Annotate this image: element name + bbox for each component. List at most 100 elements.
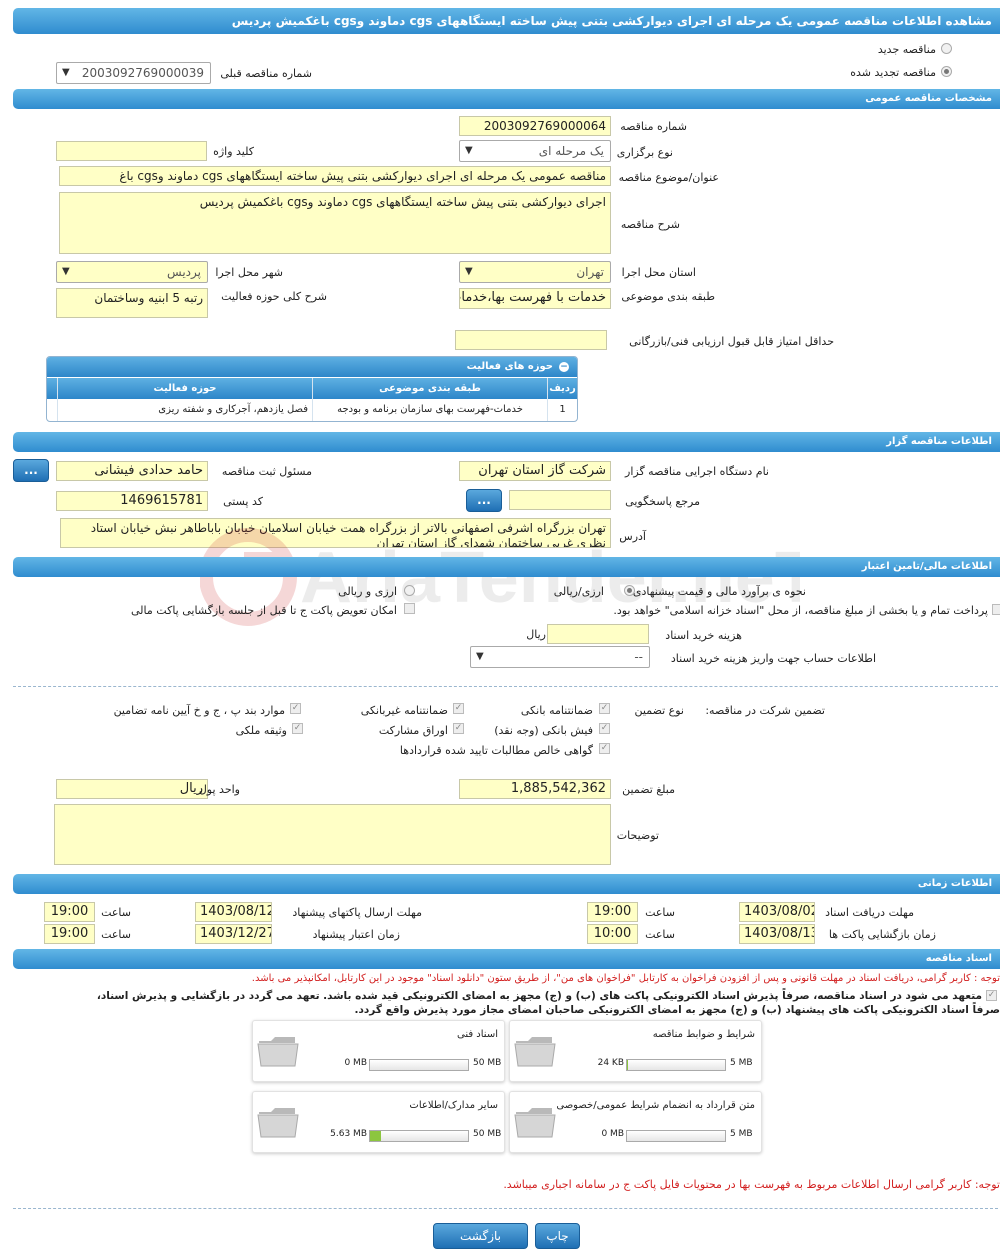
participation-label: تضمین شرکت در مناقصه: xyxy=(705,704,825,717)
guarantee-item-claims: گواهی خالص مطالبات تایید شده قراردادها xyxy=(399,744,593,757)
doc-max-size: 50 MB xyxy=(473,1058,502,1068)
doc-max-size: 50 MB xyxy=(473,1129,502,1139)
keyword-label: کلید واژه xyxy=(213,145,254,158)
description-label: شرح مناقصه xyxy=(620,218,680,231)
radio-rial[interactable] xyxy=(624,585,635,596)
treasury-text: پرداخت تمام و یا بخشی از مبلغ مناقصه، از… xyxy=(613,604,988,617)
province-select[interactable]: ▼ تهران xyxy=(459,261,611,283)
province-label: استان محل اجرا xyxy=(621,266,696,279)
organization-label: نام دستگاه اجرایی مناقصه گزار xyxy=(625,465,769,478)
cell-category: خدمات-فهرست بهای سازمان برنامه و بودجه xyxy=(312,399,547,421)
guarantee-amount-label: مبلغ تضمین xyxy=(622,783,675,796)
receive-label: مهلت دریافت اسناد xyxy=(825,906,914,919)
open-label: زمان بازگشایی پاکت ها xyxy=(828,928,936,941)
valid-time-label: ساعت xyxy=(101,928,131,941)
radio-new-tender[interactable] xyxy=(941,43,952,54)
holding-type-value: یک مرحله ای xyxy=(538,144,604,158)
guarantee-check-property: ✓ xyxy=(292,723,303,734)
city-label: شهر محل اجرا xyxy=(215,266,283,279)
download-notice: توجه : کاربر گرامی، دریافت اسناد در مهلت… xyxy=(251,973,1000,984)
rial-option-label: ارزی/ریالی xyxy=(553,585,604,598)
renewed-tender-label: مناقصه تجدید شده xyxy=(850,66,936,79)
subject-label: عنوان/موضوع مناقصه xyxy=(618,171,719,184)
swap-checkbox[interactable] xyxy=(404,603,415,614)
print-button[interactable]: چاپ xyxy=(535,1223,580,1249)
doc-card-technical[interactable]: اسناد فنی 0 MB 50 MB xyxy=(252,1020,505,1082)
chevron-down-icon: ▼ xyxy=(465,266,473,277)
doc-cost-field xyxy=(547,624,649,644)
folder-icon xyxy=(514,1037,556,1067)
min-score-field xyxy=(455,330,607,350)
chevron-down-icon: ▼ xyxy=(62,67,70,78)
back-button[interactable]: بازگشت xyxy=(433,1223,528,1249)
prev-number-value: 2003092769000039 xyxy=(81,66,204,80)
tender-number-label: شماره مناقصه xyxy=(620,120,687,133)
radio-renewed-tender[interactable] xyxy=(941,66,952,77)
currency-unit-label: واحد پول xyxy=(198,783,240,796)
category-label: طبقه بندی موضوعی xyxy=(621,290,715,303)
open-time-field: 10:00 xyxy=(587,924,638,944)
reference-field xyxy=(509,490,611,510)
commit-line-2: صرفاً اسناد الکترونیکی پاکت های پیشنهاد … xyxy=(354,1004,1000,1016)
guarantee-item-nonbank: ضمانتنامه غیربانکی xyxy=(360,704,448,717)
section-finance: اطلاعات مالی/تامین اعتبار xyxy=(13,557,1000,577)
notes-label: توضیحات xyxy=(616,829,659,842)
col-row: ردیف xyxy=(547,378,577,399)
commit-checkbox: ✓ xyxy=(986,990,997,1001)
activities-table: −حوزه های فعالیت ردیف طبقه بندی موضوعی ح… xyxy=(46,356,578,422)
guarantee-item-bank: ضمانتنامه بانکی xyxy=(520,704,593,717)
account-label: اطلاعات حساب جهت واریز هزینه خرید اسناد xyxy=(670,652,876,665)
doc-usage-bar xyxy=(626,1130,726,1142)
doc-usage-bar xyxy=(626,1059,726,1071)
send-time-label: ساعت xyxy=(101,906,131,919)
doc-max-size: 5 MB xyxy=(730,1129,753,1139)
guarantee-item-property: وثیقه ملکی xyxy=(235,724,287,737)
holding-type-select[interactable]: ▼ یک مرحله ای xyxy=(459,140,611,162)
city-select[interactable]: ▼ پردیس xyxy=(56,261,208,283)
doc-cost-label: هزینه خرید اسناد xyxy=(665,629,742,642)
open-time-label: ساعت xyxy=(645,928,675,941)
guarantee-check-nonbank: ✓ xyxy=(453,703,464,714)
keyword-field[interactable] xyxy=(56,141,207,161)
reference-lookup-button[interactable]: ... xyxy=(466,489,502,512)
estimate-label: نحوه ی برآورد مالی و قیمت پیشنهادی xyxy=(632,585,806,598)
currency-unit-field: ریال xyxy=(56,779,208,799)
officer-label: مسئول ثبت مناقصه xyxy=(221,465,312,478)
notes-field xyxy=(54,804,611,865)
guarantee-check-bank: ✓ xyxy=(599,703,610,714)
divider xyxy=(13,1208,998,1209)
category-field: خدمات با فهرست بها،خدمات xyxy=(459,288,611,309)
section-timing: اطلاعات زمانی xyxy=(13,874,1000,894)
doc-card-other[interactable]: سایر مدارک/اطلاعات 5.63 MB 50 MB xyxy=(252,1091,505,1153)
col-activity: حوزه فعالیت xyxy=(57,378,312,399)
receive-date-field: 1403/08/02 xyxy=(739,902,815,922)
price-list-notice: توجه: کاربر گرامی ارسال اطلاعات مربوط به… xyxy=(503,1178,1000,1191)
prev-number-select[interactable]: ▼ 2003092769000039 xyxy=(56,62,211,84)
holding-type-label: نوع برگزاری xyxy=(616,146,673,159)
guarantee-item-bonds: اوراق مشارکت xyxy=(378,724,448,737)
col-category: طبقه بندی موضوعی xyxy=(312,378,547,399)
treasury-checkbox[interactable] xyxy=(992,604,1000,615)
receive-time-label: ساعت xyxy=(645,906,675,919)
account-select[interactable]: ▼ -- xyxy=(470,646,650,668)
activity-label: شرح کلی حوزه فعالیت xyxy=(221,290,327,303)
doc-usage-bar xyxy=(369,1059,469,1071)
doc-max-size: 5 MB xyxy=(730,1058,753,1068)
section-general: مشخصات مناقصه عمومی xyxy=(13,89,1000,109)
send-time-field: 19:00 xyxy=(44,902,95,922)
doc-usage-bar xyxy=(369,1130,469,1142)
activities-table-title: −حوزه های فعالیت xyxy=(47,357,577,377)
collapse-icon[interactable]: − xyxy=(559,362,569,372)
doc-card-title: شرایط و ضوابط مناقصه xyxy=(652,1029,755,1040)
officer-lookup-button[interactable]: ... xyxy=(13,459,49,482)
postal-code-label: کد پستی xyxy=(223,495,263,508)
doc-card-title: اسناد فنی xyxy=(457,1029,498,1040)
subject-field: مناقصه عمومی یک مرحله ای اجرای دیوارکشی … xyxy=(59,166,611,186)
radio-currency[interactable] xyxy=(404,585,415,596)
doc-card-contract[interactable]: متن قرارداد به انضمام شرایط عمومی/خصوصی … xyxy=(509,1091,762,1153)
chevron-down-icon: ▼ xyxy=(62,266,70,277)
doc-card-conditions[interactable]: شرایط و ضوابط مناقصه 24 KB 5 MB xyxy=(509,1020,762,1082)
prev-number-label: شماره مناقصه قبلی xyxy=(220,67,312,80)
tender-number-field: 2003092769000064 xyxy=(459,116,611,136)
doc-used-size: 0 MB xyxy=(344,1058,367,1068)
